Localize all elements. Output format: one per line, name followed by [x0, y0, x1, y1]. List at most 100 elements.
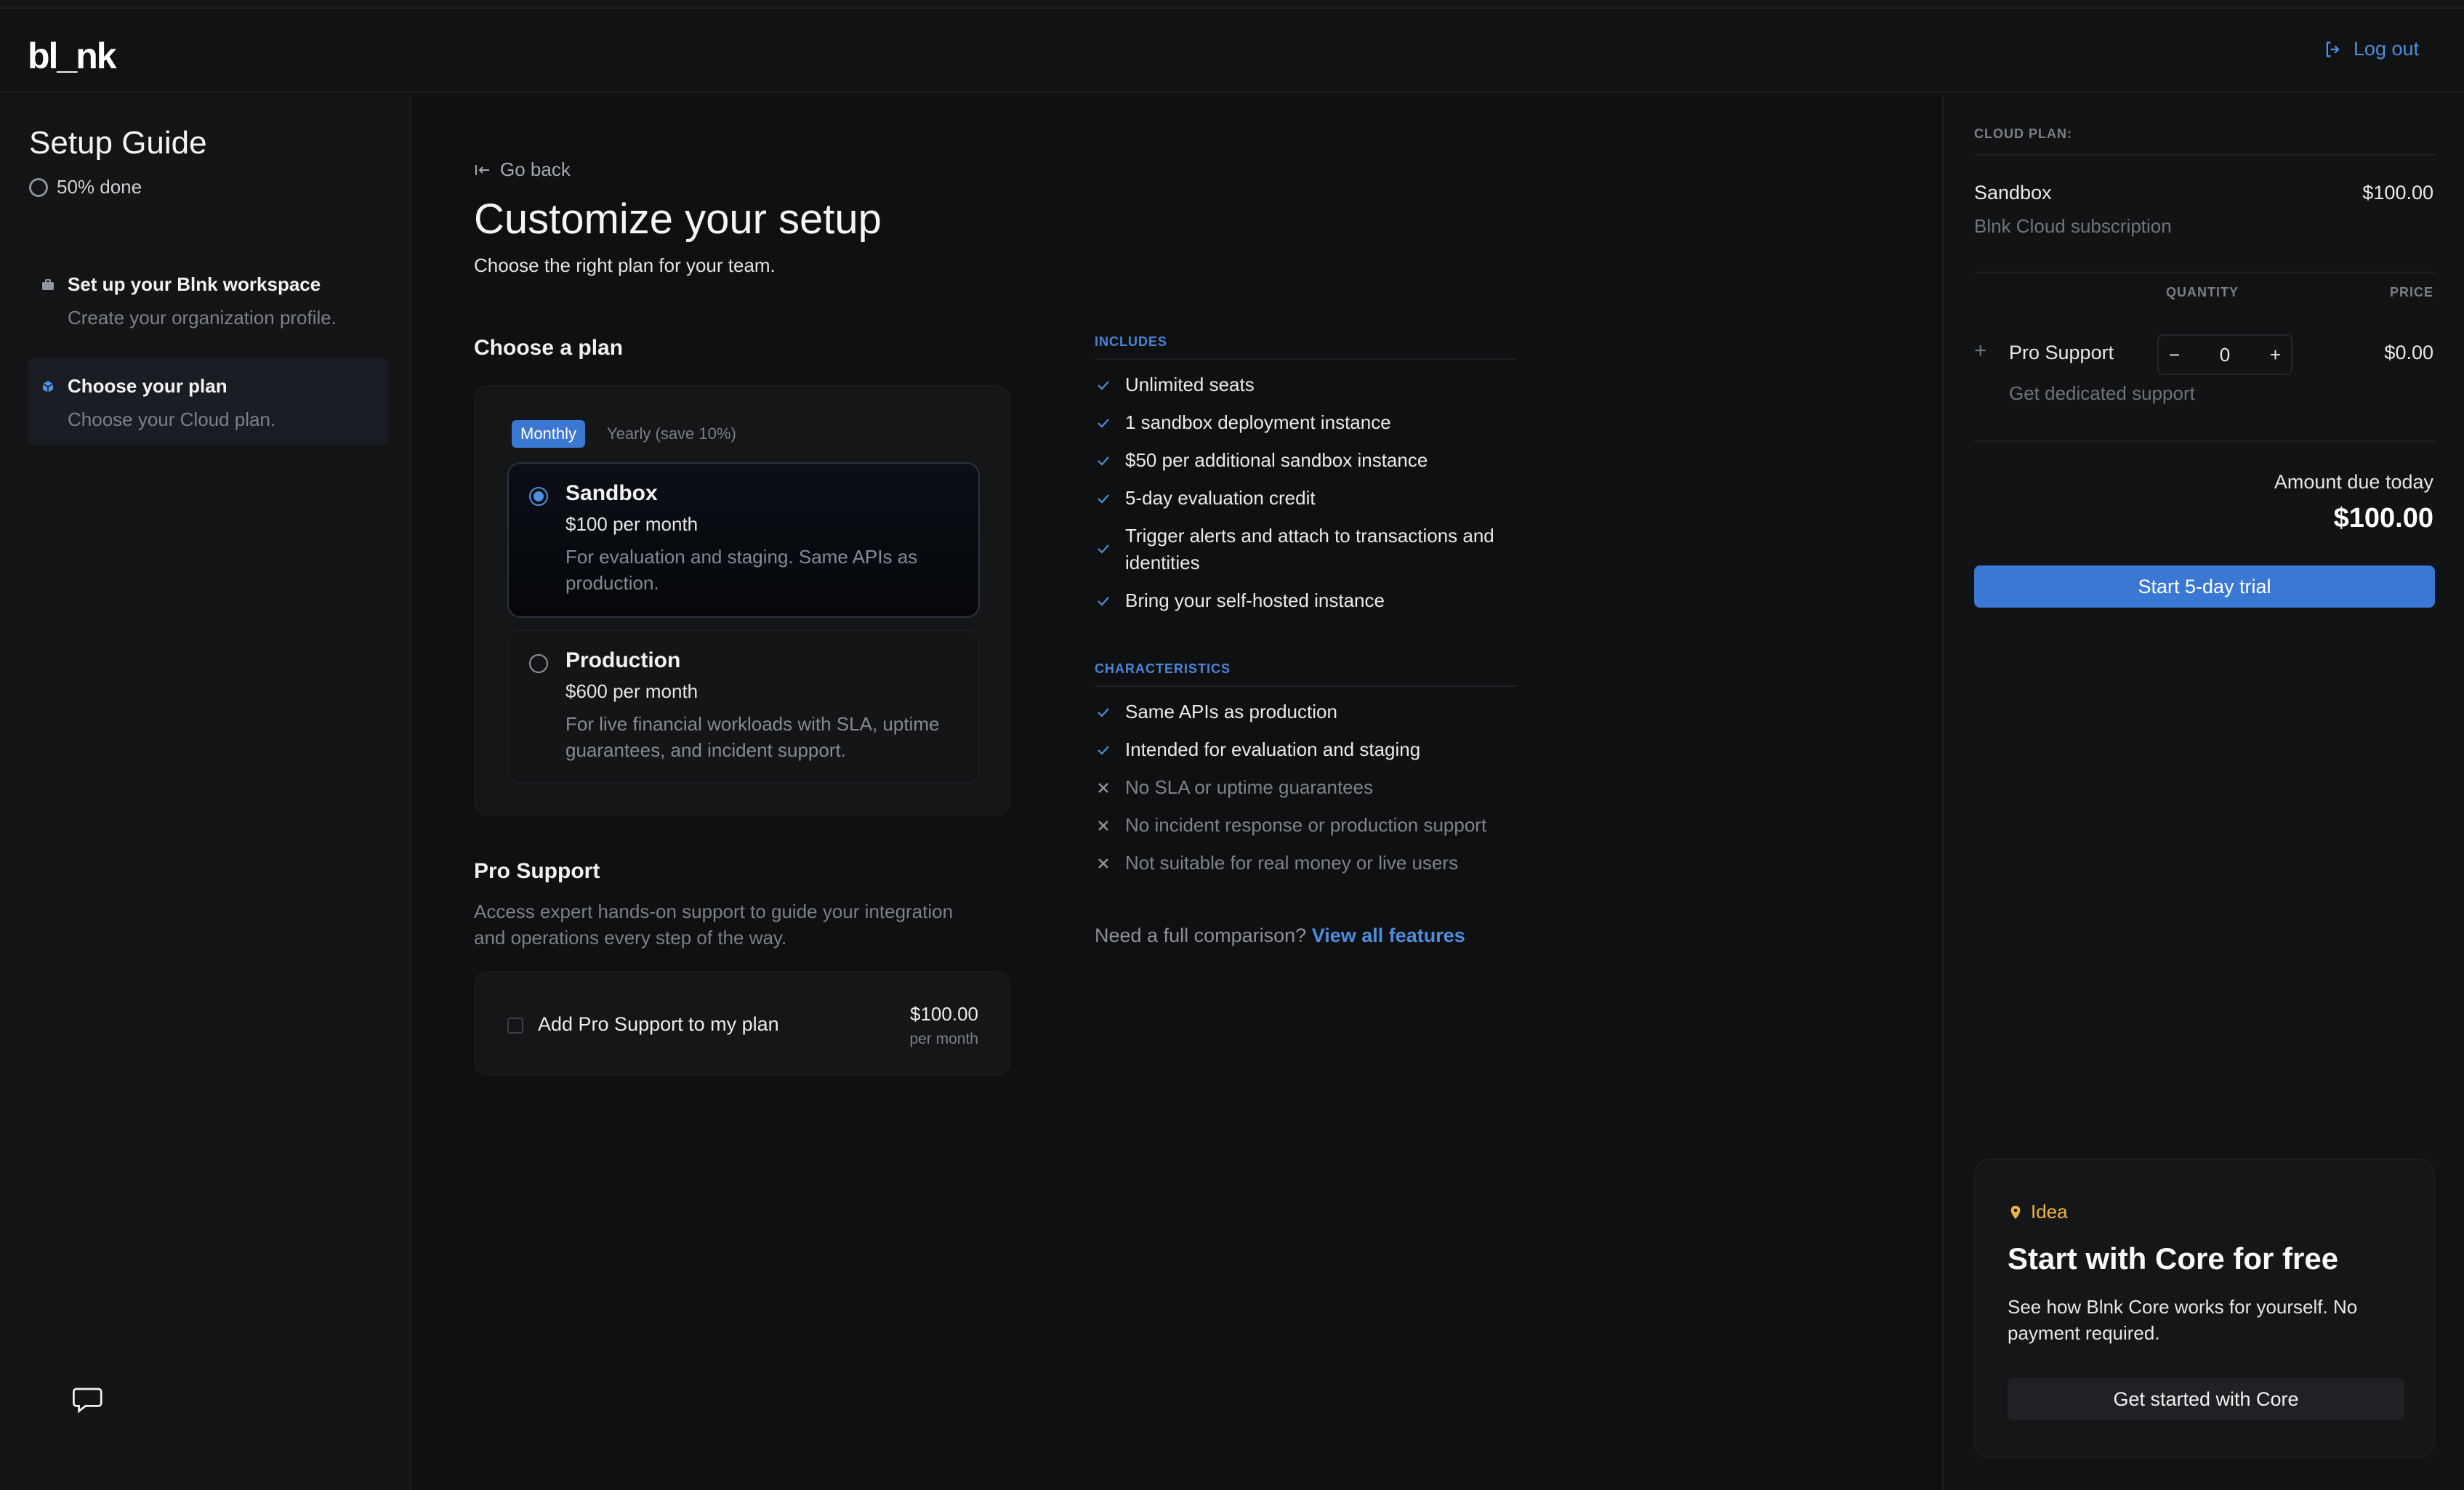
progress-ring-icon: [29, 177, 48, 197]
idea-tag-label: Idea: [2031, 1201, 2068, 1223]
page-title: Customize your setup: [474, 196, 882, 243]
divider: [1974, 272, 2435, 273]
plan-card-production[interactable]: Production $600 per month For live finan…: [507, 629, 980, 784]
price-column-header: PRICE: [2389, 285, 2433, 299]
check-icon: [1098, 419, 1109, 428]
feature-item: Bring your self-hosted instance: [1095, 587, 1516, 614]
briefcase-icon: [42, 279, 54, 290]
feature-text: Unlimited seats: [1125, 374, 1255, 395]
main-content: Go back Customize your setup Choose the …: [411, 94, 1942, 1490]
summary-plan-name: Sandbox: [1974, 182, 2052, 204]
pro-support-description: Access expert hands-on support to guide …: [474, 901, 954, 949]
plan-price: $100 per month: [565, 513, 698, 535]
x-icon: [1098, 858, 1108, 869]
setup-guide-title: Setup Guide: [29, 125, 207, 161]
addon-subtitle: Get dedicated support: [2009, 382, 2195, 404]
plan-radio[interactable]: [529, 654, 548, 673]
plan-description: For evaluation and staging. Same APIs as…: [565, 546, 918, 594]
characteristic-text: No SLA or uptime guarantees: [1125, 776, 1374, 798]
characteristic-item: Not suitable for real money or live user…: [1095, 850, 1516, 877]
amount-due-value: $100.00: [2333, 503, 2433, 533]
step-title: Set up your Blnk workspace: [68, 273, 321, 295]
comparison-text: Need a full comparison?: [1095, 925, 1307, 946]
quantity-value: 0: [2219, 343, 2231, 366]
characteristic-text: Same APIs as production: [1125, 701, 1337, 722]
characteristic-text: Not suitable for real money or live user…: [1125, 852, 1459, 874]
feature-item: 1 sandbox deployment instance: [1095, 409, 1516, 436]
characteristic-item: No SLA or uptime guarantees: [1095, 774, 1516, 801]
includes-heading: INCLUDES: [1095, 334, 1516, 360]
go-back-link[interactable]: Go back: [474, 158, 571, 181]
monthly-toggle[interactable]: Monthly: [512, 420, 586, 448]
check-icon: [1098, 456, 1109, 466]
feature-text: Trigger alerts and attach to transaction…: [1125, 525, 1494, 573]
logout-button[interactable]: Log out: [2323, 38, 2419, 60]
comparison-prompt: Need a full comparison? View all feature…: [1095, 925, 1465, 947]
billing-toggle: Monthly Yearly (save 10%): [512, 420, 745, 448]
idea-tag: Idea: [2008, 1201, 2068, 1223]
pro-support-amount: $100.00: [910, 1003, 978, 1025]
plan-name: Sandbox: [565, 481, 658, 505]
get-started-core-button[interactable]: Get started with Core: [2008, 1378, 2404, 1420]
pro-support-checkbox[interactable]: [507, 1018, 523, 1034]
pro-support-option[interactable]: Add Pro Support to my plan $100.00 per m…: [474, 971, 1010, 1076]
check-icon: [1098, 494, 1109, 504]
summary-plan-subtitle: Blnk Cloud subscription: [1974, 215, 2172, 237]
check-icon: [1098, 597, 1109, 606]
plan-selector: Monthly Yearly (save 10%) Sandbox $100 p…: [474, 385, 1010, 816]
check-icon: [1098, 708, 1109, 717]
feature-text: Bring your self-hosted instance: [1125, 589, 1385, 611]
characteristics-list: CHARACTERISTICS Same APIs as production …: [1095, 661, 1516, 887]
go-back-label: Go back: [500, 158, 571, 180]
order-summary-panel: CLOUD PLAN: Sandbox $100.00 Blnk Cloud s…: [1942, 94, 2464, 1490]
progress-label: 50% done: [57, 176, 142, 198]
step-subtitle: Choose your Cloud plan.: [68, 408, 276, 430]
view-all-features-link[interactable]: View all features: [1312, 925, 1465, 946]
includes-list: INCLUDES Unlimited seats 1 sandbox deplo…: [1095, 334, 1516, 625]
location-pin-icon: [2010, 1205, 2021, 1219]
blnk-logo[interactable]: bl_nk: [28, 35, 117, 77]
app-header: bl_nk Log out: [0, 9, 2464, 93]
step-setup-workspace[interactable]: Set up your Blnk workspace Create your o…: [28, 256, 388, 343]
idea-description: See how Blnk Core works for yourself. No…: [2008, 1296, 2358, 1344]
check-icon: [1098, 746, 1109, 755]
feature-text: $50 per additional sandbox instance: [1125, 449, 1428, 471]
divider: [1974, 154, 2435, 156]
plan-card-sandbox[interactable]: Sandbox $100 per month For evaluation an…: [507, 462, 980, 618]
feature-text: 1 sandbox deployment instance: [1125, 411, 1391, 433]
addon-name: Pro Support: [2009, 342, 2114, 363]
x-icon: [1098, 821, 1108, 831]
feature-item: Trigger alerts and attach to transaction…: [1095, 523, 1516, 576]
characteristic-item: No incident response or production suppo…: [1095, 812, 1516, 839]
pro-support-checkbox-label: Add Pro Support to my plan: [538, 1013, 779, 1035]
minus-icon[interactable]: −: [2169, 344, 2180, 366]
characteristic-text: Intended for evaluation and staging: [1125, 738, 1421, 760]
yearly-toggle[interactable]: Yearly (save 10%): [598, 420, 745, 448]
cube-icon: [42, 381, 54, 392]
quantity-column-header: QUANTITY: [2166, 285, 2239, 299]
start-trial-button[interactable]: Start 5-day trial: [1974, 565, 2435, 608]
divider: [1974, 440, 2435, 442]
check-icon: [1098, 381, 1109, 390]
cloud-plan-label: CLOUD PLAN:: [1974, 126, 2072, 141]
plus-icon[interactable]: +: [2270, 344, 2281, 366]
pro-support-heading: Pro Support: [474, 859, 600, 883]
amount-due-label: Amount due today: [2274, 471, 2433, 493]
addon-price: $0.00: [2384, 342, 2433, 363]
feature-text: 5-day evaluation credit: [1125, 487, 1316, 509]
feature-item: Unlimited seats: [1095, 371, 1516, 398]
step-choose-plan[interactable]: Choose your plan Choose your Cloud plan.: [28, 358, 388, 445]
step-subtitle: Create your organization profile.: [68, 307, 337, 329]
plan-name: Production: [565, 648, 681, 672]
idea-title: Start with Core for free: [2008, 1241, 2339, 1276]
step-title: Choose your plan: [68, 375, 228, 397]
add-addon-icon[interactable]: +: [1974, 339, 1987, 363]
back-arrow-icon: [475, 164, 489, 175]
chat-icon[interactable]: [70, 1382, 106, 1419]
quantity-stepper[interactable]: − 0 +: [2157, 334, 2292, 375]
pro-support-period: per month: [909, 1031, 978, 1047]
logout-icon: [2326, 41, 2340, 57]
top-bar: [0, 0, 2464, 9]
characteristic-text: No incident response or production suppo…: [1125, 814, 1487, 836]
plan-radio-selected[interactable]: [529, 487, 548, 506]
